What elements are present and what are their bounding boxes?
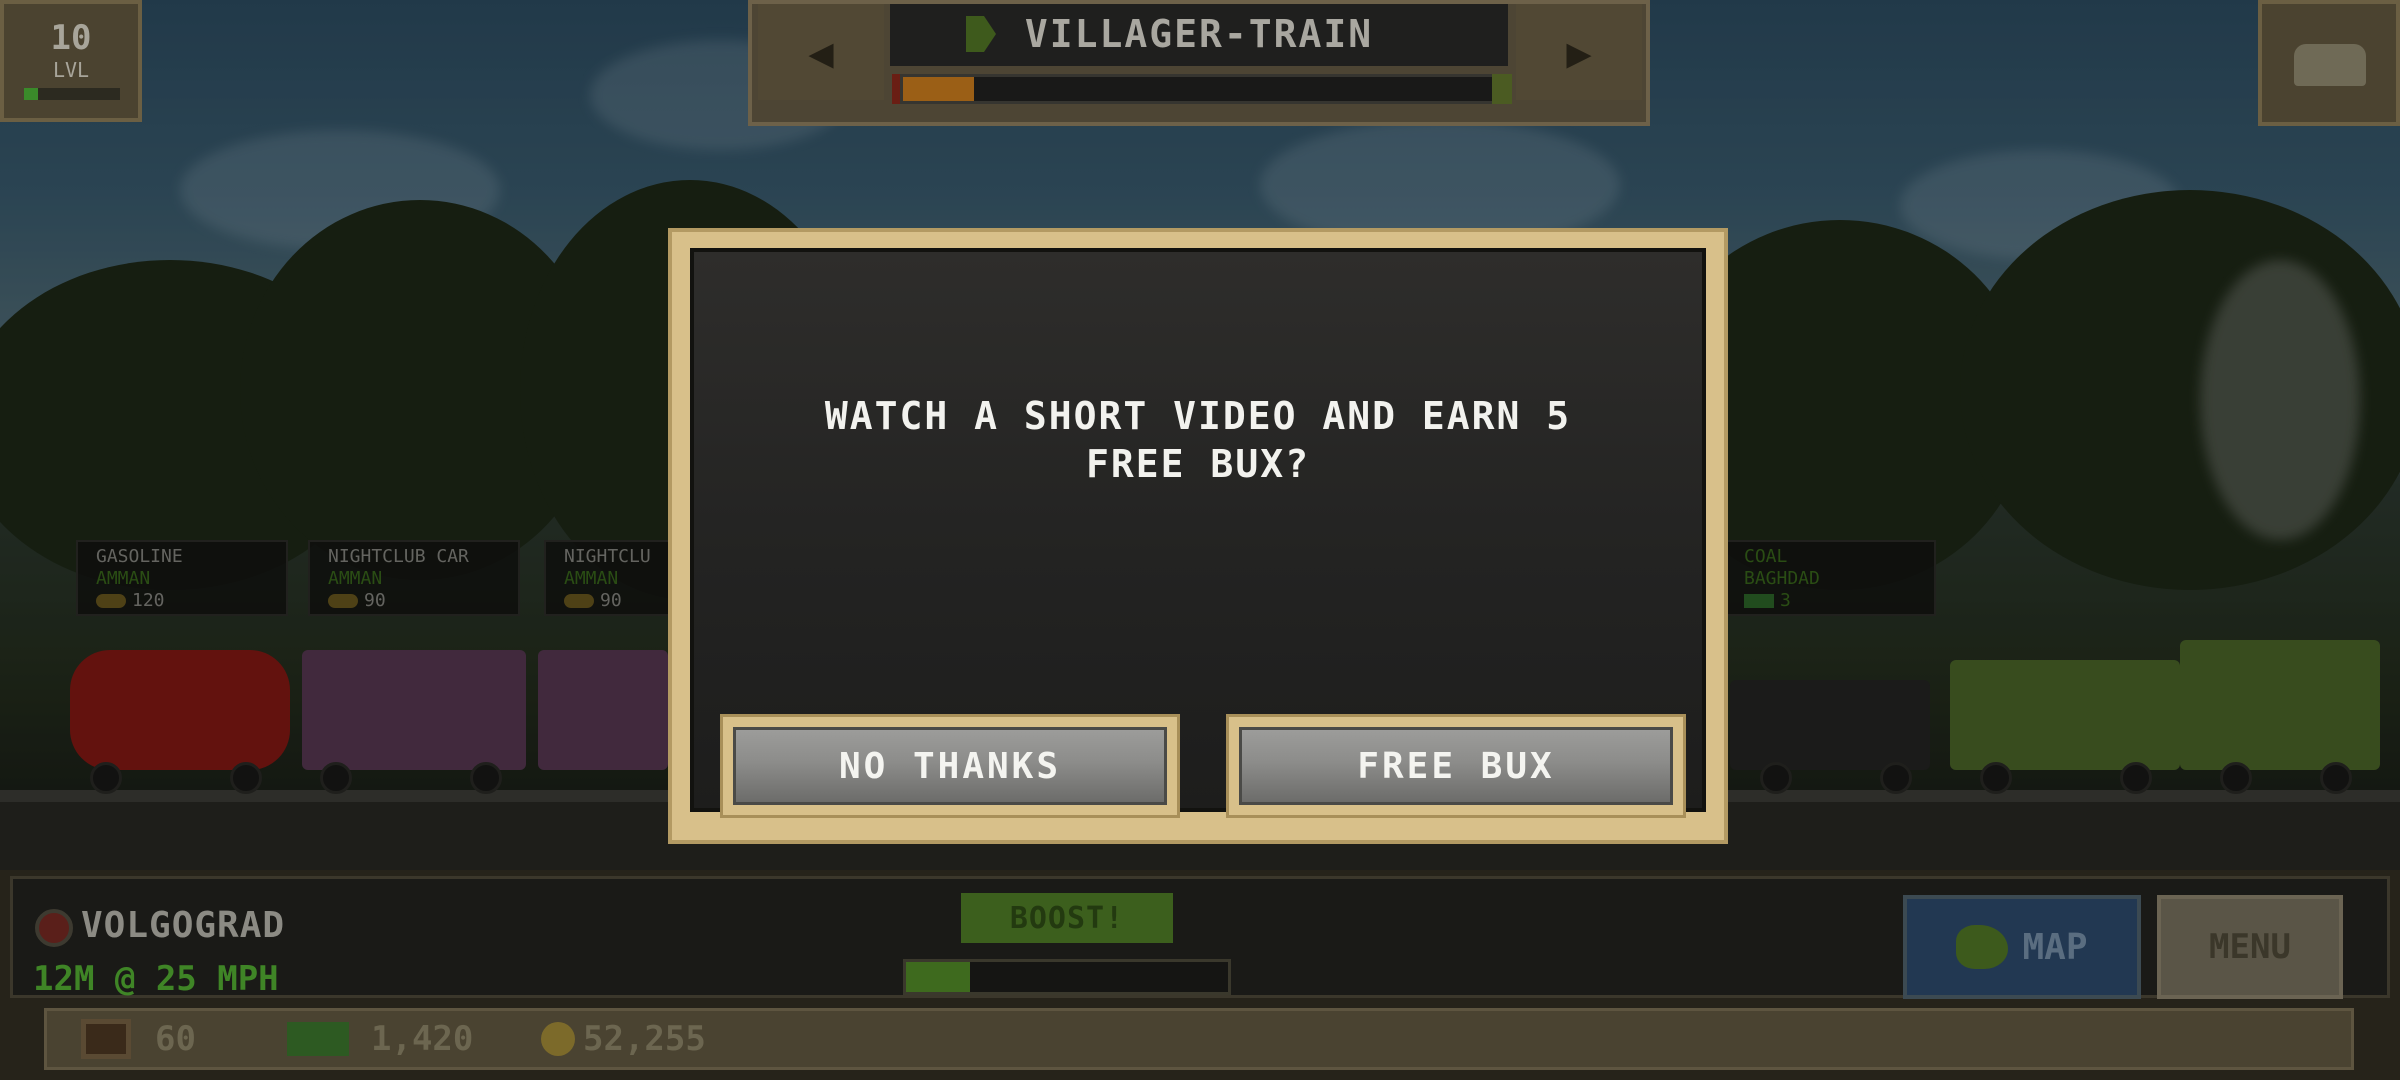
coins-counter: 52,255 xyxy=(541,1019,706,1059)
next-train-button[interactable]: ▶ xyxy=(1516,4,1642,100)
cash-icon xyxy=(287,1022,349,1056)
station-marker-icon xyxy=(35,909,73,947)
free-bux-label: FREE BUX xyxy=(1239,727,1673,805)
level-badge[interactable]: 10 LVL xyxy=(0,0,142,122)
level-number: 10 xyxy=(50,18,92,58)
no-thanks-button[interactable]: NO THANKS xyxy=(720,714,1180,818)
boost-fill xyxy=(906,962,971,992)
globe-icon xyxy=(1956,925,2009,969)
level-label: LVL xyxy=(52,58,90,82)
free-bux-button[interactable]: FREE BUX xyxy=(1226,714,1686,818)
dialog-message: WATCH A SHORT VIDEO AND EARN 5 FREE BUX? xyxy=(824,394,1572,486)
ticket-icon xyxy=(81,1019,131,1059)
map-button[interactable]: MAP xyxy=(1903,895,2141,999)
coin-icon xyxy=(541,1022,575,1056)
resource-bar: 60 1,420 52,255 xyxy=(44,1008,2354,1070)
status-panel: VOLGOGRAD 12M @ 25 MPH BOOST! MAP MENU xyxy=(10,876,2390,999)
distance-speed: 12M @ 25 MPH xyxy=(33,959,279,999)
menu-button[interactable]: MENU xyxy=(2157,895,2343,999)
fuel-fill xyxy=(903,77,975,101)
bottom-hud: VOLGOGRAD 12M @ 25 MPH BOOST! MAP MENU 6… xyxy=(0,870,2400,1080)
tickets-counter: 60 xyxy=(81,1019,196,1059)
train-name: VILLAGER-TRAIN xyxy=(1024,12,1374,56)
map-label: MAP xyxy=(2022,926,2088,968)
coins-value: 52,255 xyxy=(583,1019,706,1059)
train-name-box: VILLAGER-TRAIN xyxy=(890,4,1508,66)
station-name: VOLGOGRAD xyxy=(81,905,286,946)
boost-button[interactable]: BOOST! xyxy=(961,893,1173,943)
chevron-right-icon: ▶ xyxy=(1566,27,1592,77)
fuel-gauge xyxy=(900,74,1500,104)
xp-bar xyxy=(24,88,120,100)
chevron-left-icon: ◀ xyxy=(808,27,834,77)
xp-fill xyxy=(24,88,38,100)
prev-train-button[interactable]: ◀ xyxy=(758,4,884,100)
locomotive-icon xyxy=(2294,44,2366,86)
cash-counter: 1,420 xyxy=(287,1019,473,1059)
no-thanks-label: NO THANKS xyxy=(733,727,1167,805)
train-selector: ◀ ▶ VILLAGER-TRAIN xyxy=(748,0,1650,126)
fuel-full-marker xyxy=(1492,74,1512,104)
train-shop-button[interactable] xyxy=(2258,0,2400,126)
dialog-body: WATCH A SHORT VIDEO AND EARN 5 FREE BUX?… xyxy=(690,248,1706,818)
cash-value: 1,420 xyxy=(371,1019,474,1059)
tickets-value: 60 xyxy=(155,1019,196,1059)
free-bux-dialog: WATCH A SHORT VIDEO AND EARN 5 FREE BUX?… xyxy=(668,228,1728,844)
boost-meter xyxy=(903,959,1231,995)
